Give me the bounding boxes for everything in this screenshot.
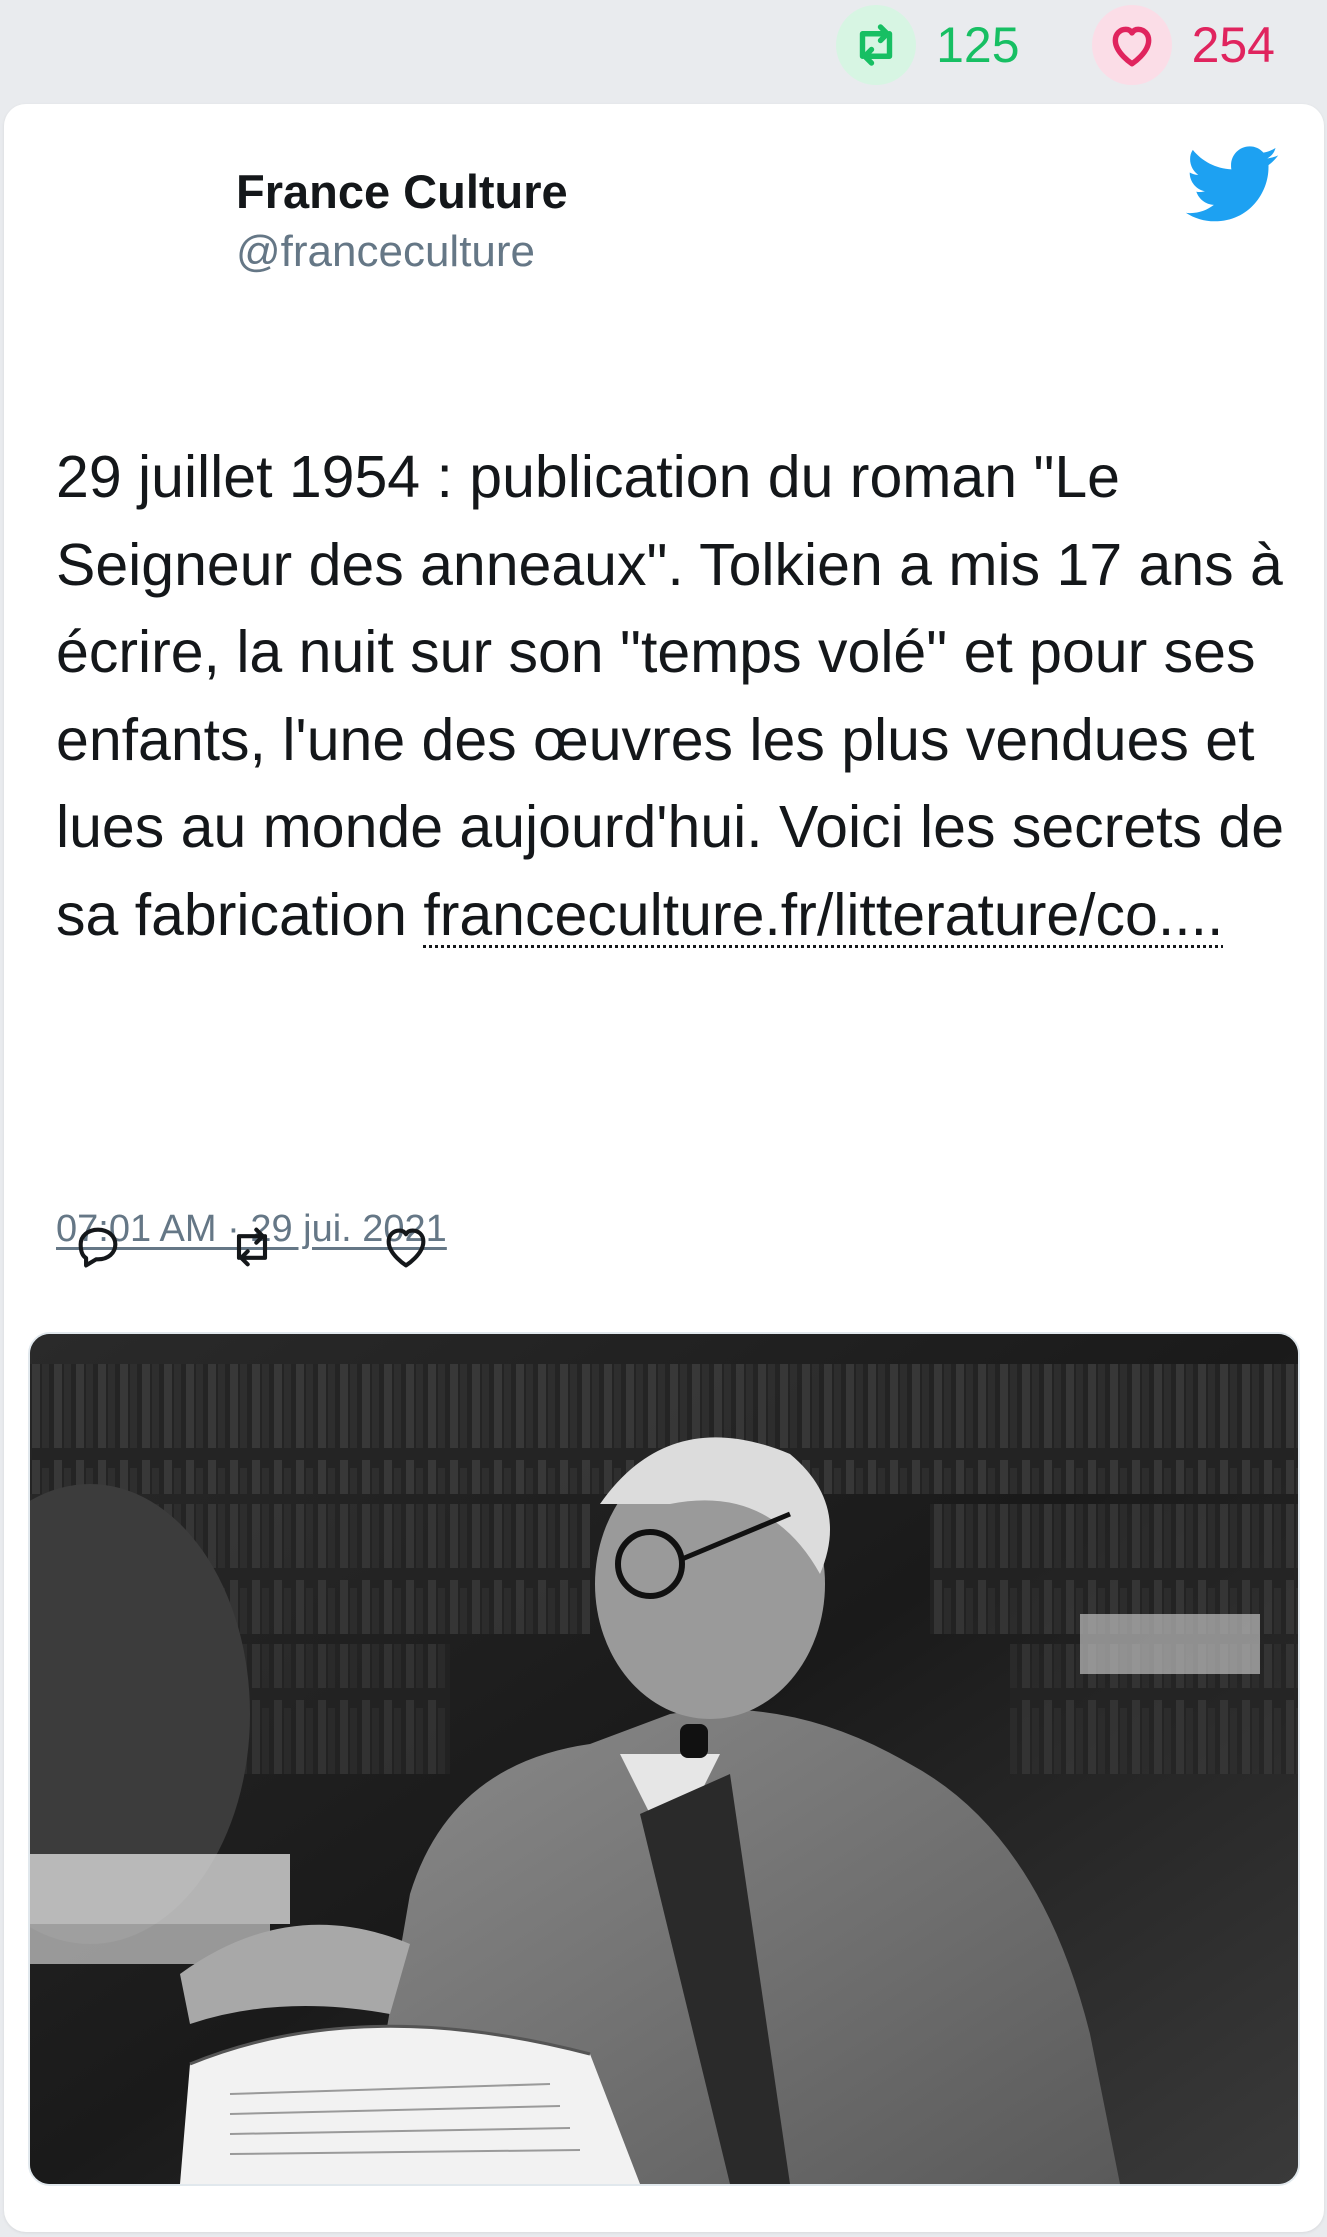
retweet-icon[interactable] [226,1221,278,1273]
like-count[interactable]: 254 [1091,5,1275,85]
author-name: France Culture [236,165,568,218]
retweet-count[interactable]: 125 [836,5,1020,85]
tweet-card: France Culture @franceculture 29 juillet… [4,104,1324,2232]
tweet-body: 29 juillet 1954 : publication du roman "… [56,434,1291,959]
heart-icon[interactable] [380,1221,432,1273]
tweet-text: 29 juillet 1954 : publication du roman "… [56,444,1285,948]
retweet-icon [836,5,917,85]
reply-icon[interactable] [72,1221,124,1273]
tweet-stats: 125 254 [836,0,1327,90]
tweet-actions [72,1221,432,1273]
like-count-value: 254 [1191,17,1275,73]
tweet-author[interactable]: France Culture @franceculture [236,162,568,282]
author-handle: @franceculture [236,227,536,276]
tweet-photo[interactable] [28,1332,1300,2186]
retweet-count-value: 125 [936,17,1020,73]
twitter-bird-icon[interactable] [1185,146,1280,229]
tweet-link[interactable]: franceculture.fr/litterature/co.... [423,882,1223,948]
heart-icon [1091,5,1172,85]
